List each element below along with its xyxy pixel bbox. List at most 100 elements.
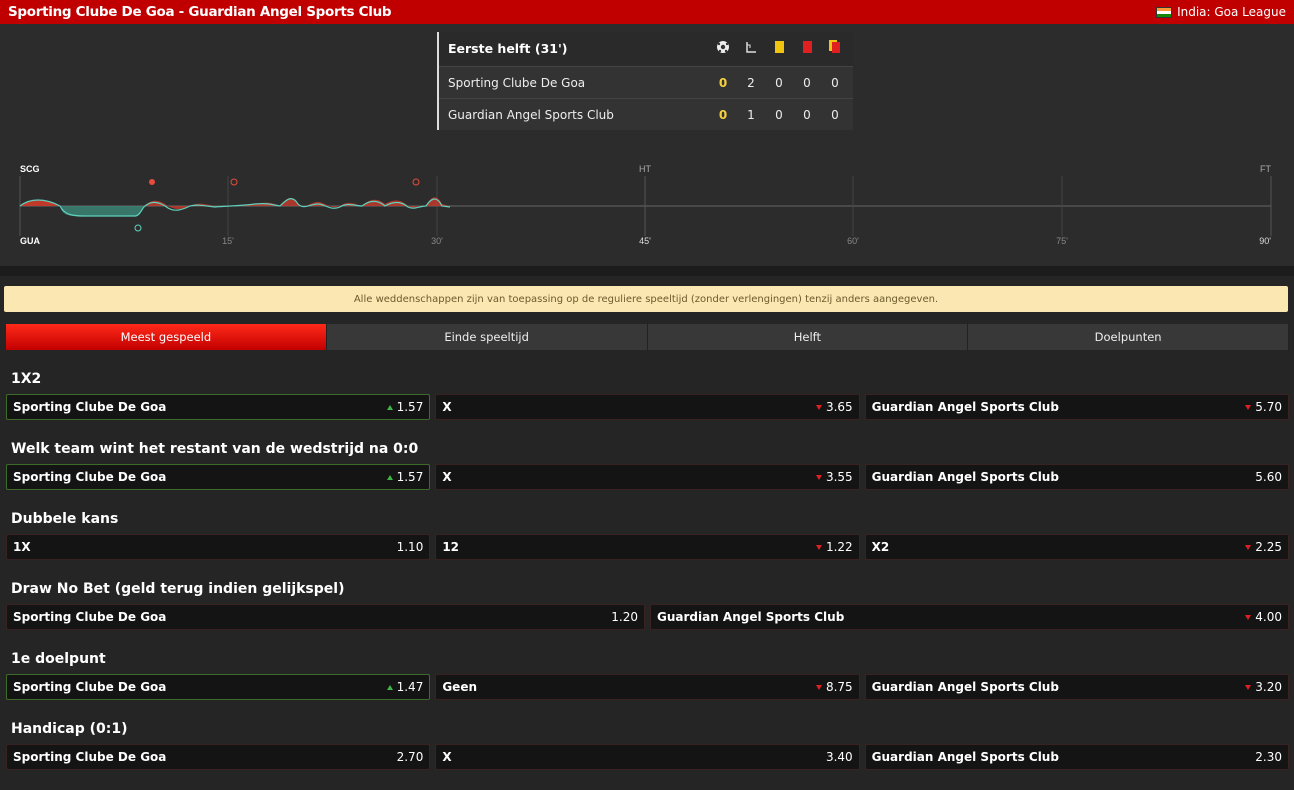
league-label[interactable]: India: Goa League xyxy=(1156,5,1286,19)
tick-60: 60' xyxy=(847,236,859,246)
odds-selection-label: X xyxy=(442,750,452,764)
odds-down-arrow-icon xyxy=(815,684,822,690)
odds-selection-label: Sporting Clube De Goa xyxy=(13,750,167,764)
odds-down-arrow-icon xyxy=(1245,684,1252,690)
odds-up-arrow-icon xyxy=(386,474,393,480)
odds-selection-label: X xyxy=(442,400,452,414)
scoreboard-row-away: Guardian Angel Sports Club 0 1 0 0 0 xyxy=(439,98,853,130)
odds-value: 2.30 xyxy=(1255,750,1282,764)
tick-75: 75' xyxy=(1056,236,1068,246)
odds-value: 1.57 xyxy=(396,470,424,484)
home-goals: 0 xyxy=(718,75,728,90)
away-team-name: Guardian Angel Sports Club xyxy=(448,107,614,122)
odds-button[interactable]: Geen 8.75 xyxy=(435,674,860,700)
away-shot-marker xyxy=(134,224,142,232)
odds-value: 5.60 xyxy=(1255,470,1282,484)
odds-selection-label: Geen xyxy=(442,680,477,694)
market-title: 1e doelpunt xyxy=(11,651,106,667)
odds-selection-label: Guardian Angel Sports Club xyxy=(871,400,1059,414)
tab-goals[interactable]: Doelpunten xyxy=(968,324,1289,350)
home-shot-marker xyxy=(230,178,238,186)
odds-selection-label: Guardian Angel Sports Club xyxy=(657,610,845,624)
odds-value: 3.55 xyxy=(825,470,853,484)
market-title: Dubbele kans xyxy=(11,511,119,527)
odds-value: 1.20 xyxy=(611,610,638,624)
odds-button[interactable]: Guardian Angel Sports Club 4.00 xyxy=(650,604,1289,630)
odds-selection-label: Sporting Clube De Goa xyxy=(13,470,167,484)
home-abbr: SCG xyxy=(20,164,40,174)
odds-button[interactable]: X 3.65 xyxy=(435,394,860,420)
yellow-red-card-icon xyxy=(821,40,849,56)
odds-button[interactable]: Guardian Angel Sports Club 2.30 xyxy=(864,744,1289,770)
market-odds-row: Sporting Clube De Goa 1.47 Geen 8.75 Guardia… xyxy=(6,674,1289,700)
away-yellow: 0 xyxy=(775,107,783,122)
odds-value: 1.22 xyxy=(825,540,853,554)
market-odds-row: Sporting Clube De Goa 1.20 Guardian Angel … xyxy=(6,604,1289,630)
ft-label: FT xyxy=(1260,164,1271,174)
match-title: Sporting Clube De Goa - Guardian Angel S… xyxy=(8,4,392,20)
tick-45: 45' xyxy=(639,236,651,246)
odds-value: 1.47 xyxy=(396,680,424,694)
odds-button[interactable]: Guardian Angel Sports Club 3.20 xyxy=(864,674,1289,700)
market-title: 1X2 xyxy=(11,371,42,387)
tick-90: 90' xyxy=(1259,236,1271,246)
red-card-icon xyxy=(793,40,821,56)
odds-button[interactable]: 12 1.22 xyxy=(435,534,860,560)
odds-button[interactable]: Sporting Clube De Goa 2.70 xyxy=(6,744,431,770)
market-odds-row: 1X 1.10 12 1.22 X2 2.25 xyxy=(6,534,1289,560)
match-momentum-timeline: SCG GUA HT FT 15' 30' 45' 60' 75' 90' xyxy=(19,164,1272,246)
odds-button[interactable]: X2 2.25 xyxy=(864,534,1289,560)
away-pressure-area xyxy=(60,206,145,216)
odds-button[interactable]: Sporting Clube De Goa 1.20 xyxy=(6,604,645,630)
odds-button[interactable]: Guardian Angel Sports Club 5.60 xyxy=(864,464,1289,490)
tab-half[interactable]: Helft xyxy=(647,324,969,350)
ht-label: HT xyxy=(639,164,651,174)
away-yellowred: 0 xyxy=(831,107,839,122)
market-title: Handicap (0:1) xyxy=(11,721,128,737)
odds-value: 8.75 xyxy=(825,680,853,694)
odds-selection-label: Guardian Angel Sports Club xyxy=(871,470,1059,484)
odds-value: 2.70 xyxy=(396,750,424,764)
odds-button[interactable]: Sporting Clube De Goa 1.57 xyxy=(6,394,431,420)
odds-button[interactable]: Sporting Clube De Goa 1.47 xyxy=(6,674,431,700)
odds-value: 4.00 xyxy=(1255,610,1282,624)
odds-button[interactable]: Sporting Clube De Goa 1.57 xyxy=(6,464,431,490)
corner-icon xyxy=(737,41,765,56)
market-odds-row: Sporting Clube De Goa 2.70 X 3.40 Guardian A… xyxy=(6,744,1289,770)
odds-selection-label: 12 xyxy=(442,540,460,554)
home-corners: 2 xyxy=(747,75,755,90)
tick-15: 15' xyxy=(222,236,234,246)
home-yellowred: 0 xyxy=(831,75,839,90)
yellow-card-icon xyxy=(765,40,793,56)
period-label: Eerste helft (31') xyxy=(448,40,568,56)
tab-full-time[interactable]: Einde speeltijd xyxy=(326,324,648,350)
odds-selection-label: Sporting Clube De Goa xyxy=(13,610,167,624)
odds-button[interactable]: 1X 1.10 xyxy=(6,534,431,560)
odds-selection-label: Sporting Clube De Goa xyxy=(13,400,167,414)
market-odds-row: Sporting Clube De Goa 1.57 X 3.65 Guardian A… xyxy=(6,394,1289,420)
home-attack-dot xyxy=(149,179,155,185)
scoreboard: Eerste helft (31') Sporting Clube De Goa… xyxy=(437,32,853,130)
match-stats-panel: Eerste helft (31') Sporting Clube De Goa… xyxy=(0,24,1294,266)
odds-down-arrow-icon xyxy=(815,404,822,410)
odds-value: 2.25 xyxy=(1255,540,1282,554)
odds-down-arrow-icon xyxy=(1245,544,1252,550)
odds-value: 3.20 xyxy=(1255,680,1282,694)
odds-button[interactable]: Guardian Angel Sports Club 5.70 xyxy=(864,394,1289,420)
away-corners: 1 xyxy=(747,107,755,122)
odds-selection-label: X xyxy=(442,470,452,484)
odds-down-arrow-icon xyxy=(815,474,822,480)
odds-up-arrow-icon xyxy=(386,404,393,410)
odds-value: 3.40 xyxy=(825,750,853,764)
home-team-name: Sporting Clube De Goa xyxy=(448,75,586,90)
home-red: 0 xyxy=(803,75,811,90)
market-odds-row: Sporting Clube De Goa 1.57 X 3.55 Guardian A… xyxy=(6,464,1289,490)
away-red: 0 xyxy=(803,107,811,122)
market-title: Draw No Bet (geld terug indien gelijkspe… xyxy=(11,581,345,597)
away-goals: 0 xyxy=(718,107,728,122)
tab-most-played[interactable]: Meest gespeeld xyxy=(6,324,327,350)
odds-button[interactable]: X 3.40 xyxy=(435,744,860,770)
market-title: Welk team wint het restant van de wedstr… xyxy=(11,441,419,457)
odds-button[interactable]: X 3.55 xyxy=(435,464,860,490)
odds-selection-label: 1X xyxy=(13,540,31,554)
